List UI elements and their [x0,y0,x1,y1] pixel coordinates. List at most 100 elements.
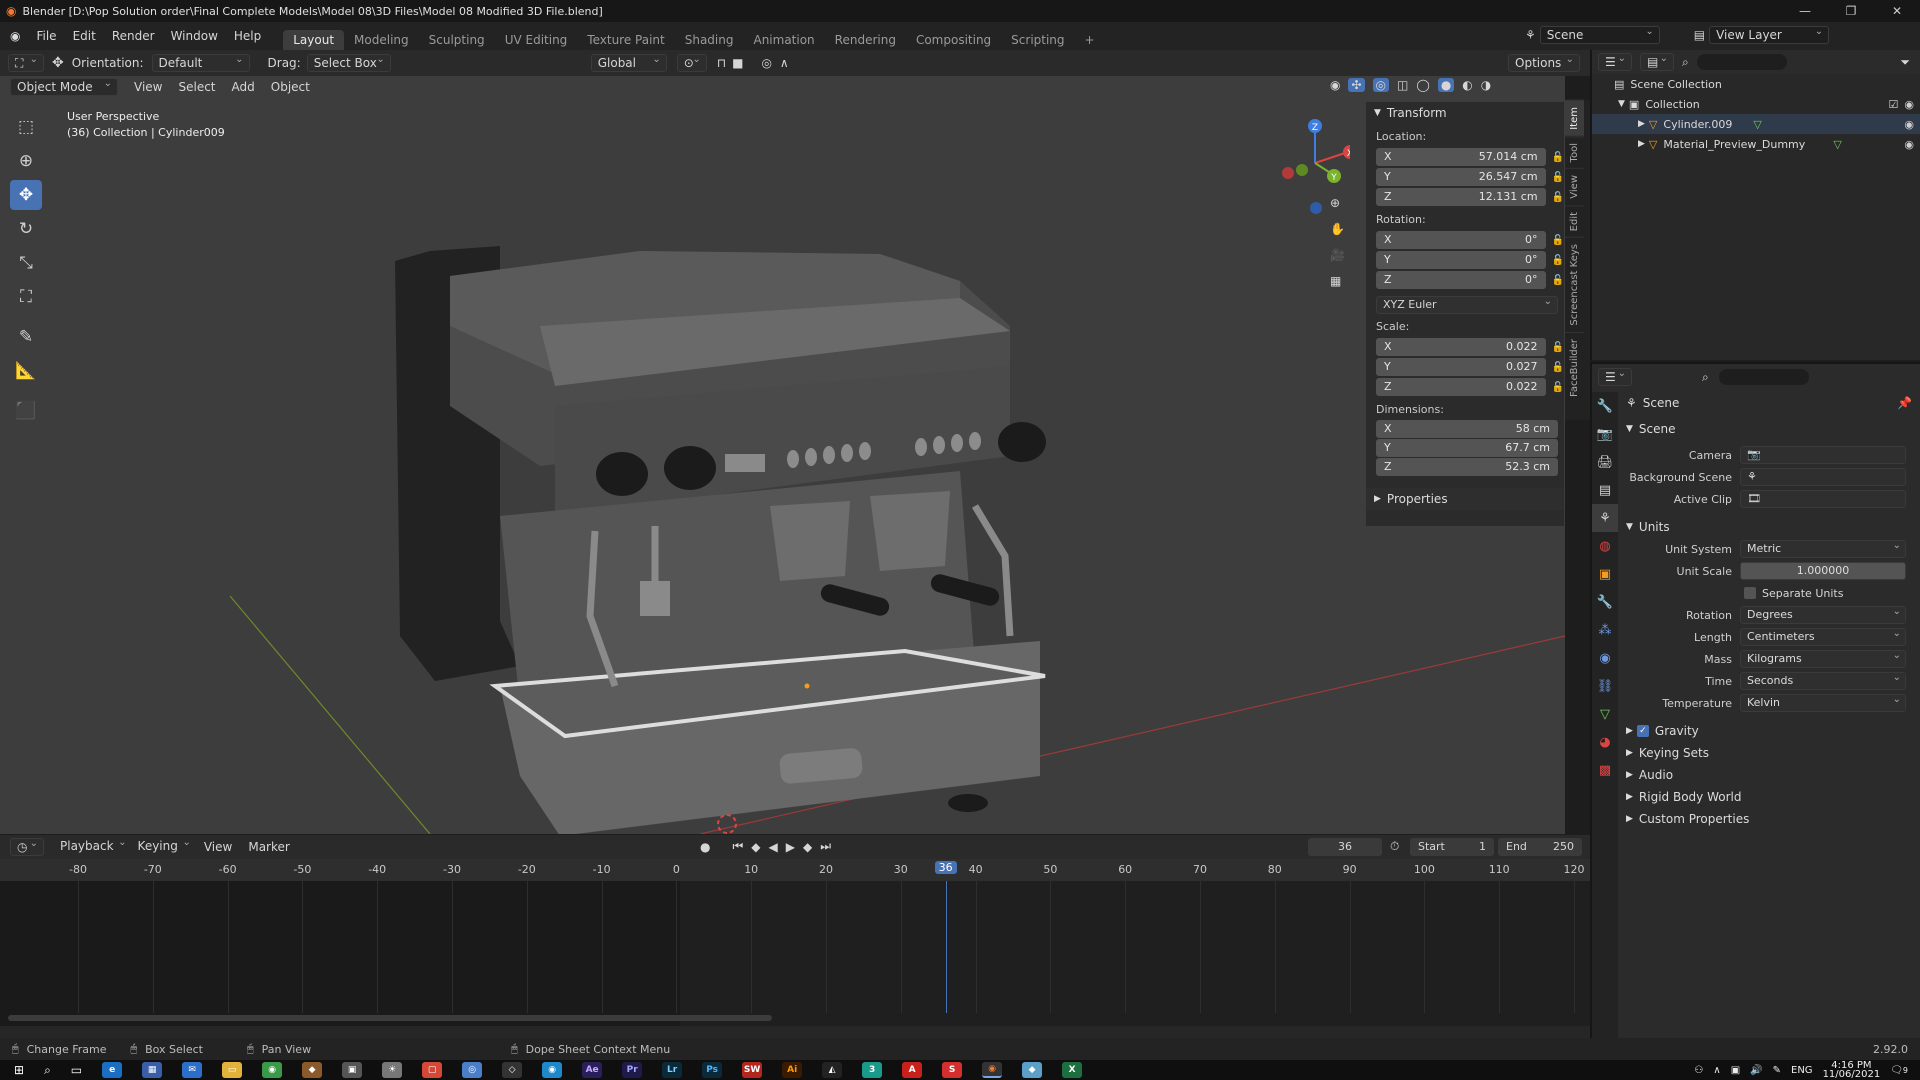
current-frame-field[interactable]: 36 [1308,838,1382,856]
lock-icon[interactable]: 🔓 [1552,275,1564,286]
data-props-icon[interactable]: ▽ [1592,700,1618,728]
texture-props-icon[interactable]: ▩ [1592,756,1618,784]
end-frame-field[interactable]: End 250 [1498,838,1582,856]
marker-menu[interactable]: Marker [240,840,297,854]
temperature-units-dropdown[interactable]: Kelvin [1740,692,1906,712]
edge-icon[interactable]: e [102,1062,123,1078]
lock-icon[interactable]: 🔓 [1552,152,1564,163]
unit-system-dropdown[interactable]: Metric [1740,538,1906,558]
units-section-header[interactable]: ▼ Units [1626,516,1918,538]
after-effects-icon[interactable]: Ae [582,1062,603,1078]
tab-facebuilder[interactable]: FaceBuilder [1565,331,1584,403]
app-icon[interactable]: ▢ [422,1062,443,1078]
blender-taskbar-icon[interactable]: ◉ [982,1062,1003,1078]
tab-modeling[interactable]: Modeling [344,30,419,50]
camera-field[interactable]: 📷 [1740,446,1906,464]
move-tool-button[interactable]: ✥ [10,180,42,210]
volume-icon[interactable]: 🔊 [1750,1065,1762,1076]
auto-keying-icon[interactable]: ● [700,840,710,854]
rotate-tool-icon[interactable]: ↻ [10,214,42,244]
app-icon[interactable]: ◆ [302,1062,323,1078]
chevron-up-icon[interactable]: ∧ [1713,1065,1720,1076]
scene-selector[interactable]: Scene [1539,25,1660,44]
app-icon[interactable]: ☀ [382,1062,403,1078]
store-icon[interactable]: ▦ [142,1062,163,1078]
gizmo-toggle-icon[interactable]: ✣ [1348,78,1365,92]
file-explorer-icon[interactable]: ▭ [222,1062,243,1078]
solidworks-icon[interactable]: SW [742,1062,763,1078]
constraints-props-icon[interactable]: ⛓ [1592,672,1618,700]
display-mode-dropdown[interactable]: ▤ [1640,52,1674,71]
play-reverse-icon[interactable]: ◀ [769,840,778,854]
stopwatch-icon[interactable]: ⏱ [1390,839,1399,854]
rigid-body-world-section-header[interactable]: ▶ Rigid Body World [1626,786,1918,808]
output-props-icon[interactable]: 🖨 [1592,448,1618,476]
mail-icon[interactable]: ✉ [182,1062,203,1078]
object-props-icon[interactable]: ▣ [1592,560,1618,588]
next-keyframe-icon[interactable]: ◆ [803,840,812,854]
notification-button[interactable]: 🗨9 [1890,1065,1908,1076]
active-clip-field[interactable]: 🎞 [1740,490,1906,508]
clock[interactable]: 4:16 PM 11/06/2021 [1823,1061,1881,1080]
dimensions-z-field[interactable]: Z 52.3 cm [1376,458,1558,476]
tab-rendering[interactable]: Rendering [825,30,906,50]
timeline-scrollbar[interactable] [8,1015,772,1021]
audio-section-header[interactable]: ▶ Audio [1626,764,1918,786]
excel-icon[interactable]: X [1062,1062,1083,1078]
close-button[interactable]: ✕ [1874,4,1920,18]
tab-texture-paint[interactable]: Texture Paint [577,30,674,50]
keying-menu[interactable]: Keying [132,836,196,856]
scale-tool-icon[interactable]: ⤡ [10,248,42,278]
lock-icon[interactable]: 🔓 [1552,172,1564,183]
collection-row[interactable]: ▼ ▣ Collection ☑ ◉ [1592,94,1920,114]
outliner-item-cylinder[interactable]: ▶ ▽ Cylinder.009 ▽ ◉ [1592,114,1920,134]
properties-header[interactable]: ▶ Properties [1366,488,1564,510]
rotation-z-field[interactable]: Z 0° [1376,271,1546,289]
location-x-field[interactable]: X 57.014 cm [1376,148,1546,166]
network-icon[interactable]: ▣ [1731,1065,1740,1076]
outliner-search-input[interactable] [1696,54,1787,70]
rendered-shading-icon[interactable]: ◑ [1481,78,1491,92]
scene-collection-row[interactable]: ▤ Scene Collection [1592,74,1920,94]
zoom-icon[interactable]: ⊕ [1330,196,1345,210]
tab-compositing[interactable]: Compositing [906,30,1001,50]
lock-icon[interactable]: 🔓 [1552,362,1564,373]
snap-target-icon[interactable]: ■ [732,56,743,70]
gravity-checkbox[interactable]: ✓ [1636,725,1649,737]
menu-edit[interactable]: Edit [65,29,104,43]
app-icon[interactable]: 3 [862,1062,883,1078]
mass-units-dropdown[interactable]: Kilograms [1740,648,1906,668]
lock-icon[interactable]: 🔓 [1552,192,1564,203]
filter-icon[interactable]: ⏷ [1900,55,1910,70]
scene-section-header[interactable]: ▼ Scene [1626,418,1918,440]
lock-icon[interactable]: 🔓 [1552,255,1564,266]
scale-z-field[interactable]: Z 0.022 [1376,378,1546,396]
rotation-y-field[interactable]: Y 0° [1376,251,1546,269]
app-icon[interactable]: ◎ [462,1062,483,1078]
keying-sets-section-header[interactable]: ▶ Keying Sets [1626,742,1918,764]
playhead-frame-label[interactable]: 36 [934,861,957,874]
timeline-body[interactable] [0,881,1590,1026]
search-icon[interactable]: ⌕ [44,1063,51,1078]
transform-tool-icon[interactable]: ⛶ [10,282,42,312]
tab-screencast-keys[interactable]: Screencast Keys [1565,237,1584,332]
eye-icon[interactable]: ◉ [1904,118,1914,131]
dimensions-y-field[interactable]: Y 67.7 cm [1376,439,1558,457]
tab-scripting[interactable]: Scripting [1001,30,1074,50]
lightroom-icon[interactable]: Lr [662,1062,683,1078]
playback-menu[interactable]: Playback [54,836,132,856]
app-icon[interactable]: ◇ [502,1062,523,1078]
chrome-icon[interactable]: ◉ [262,1062,283,1078]
rotation-x-field[interactable]: X 0° [1376,231,1546,249]
prev-keyframe-icon[interactable]: ◆ [751,840,760,854]
viewport-menu-object[interactable]: Object [263,80,318,94]
menu-render[interactable]: Render [104,29,163,43]
jump-start-icon[interactable]: ⏮ [732,839,743,854]
view-layer-props-icon[interactable]: ▤ [1592,476,1618,504]
app-icon[interactable]: ◉ [542,1062,563,1078]
timeline-editor-type[interactable]: ◷ [10,837,44,856]
separate-units-checkbox[interactable] [1744,587,1756,599]
physics-props-icon[interactable]: ◉ [1592,644,1618,672]
3d-viewport[interactable]: Object Mode View Select Add Object ◉ ✣ ◎… [0,76,1565,834]
particles-props-icon[interactable]: ⁂ [1592,616,1618,644]
